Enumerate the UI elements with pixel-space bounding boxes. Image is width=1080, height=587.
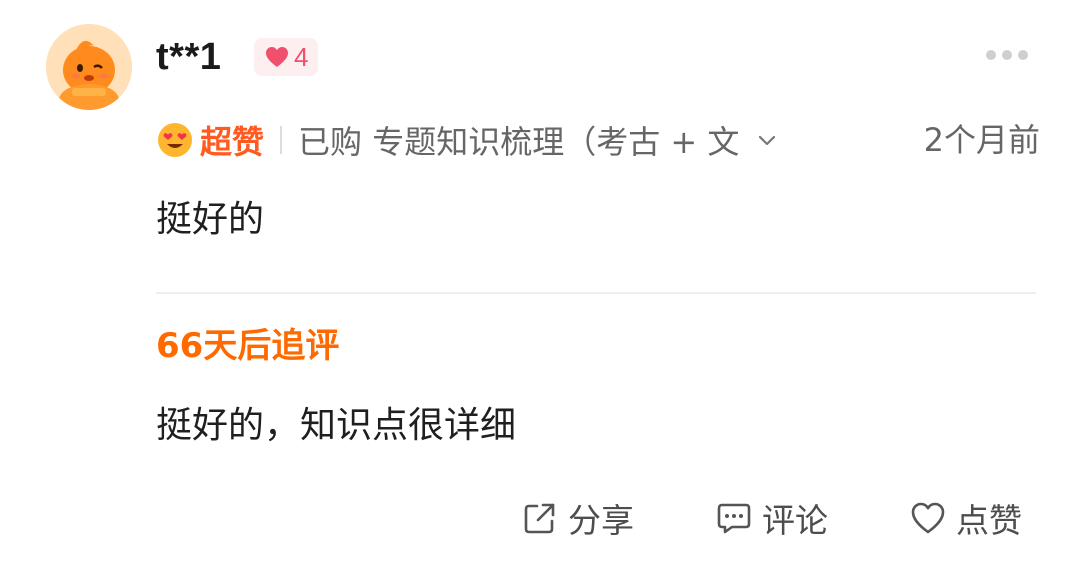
orange-mascot-avatar-icon xyxy=(46,24,132,110)
user-like-badge: 4 xyxy=(254,38,319,76)
share-icon xyxy=(524,503,555,534)
chevron-down-icon[interactable] xyxy=(755,128,779,152)
dot xyxy=(1002,50,1012,60)
review-actions: 分享 评论 点赞 xyxy=(520,494,1040,542)
dot xyxy=(986,50,996,60)
rating-label: 超赞 xyxy=(200,123,265,161)
heart-outline-icon xyxy=(911,502,945,534)
username[interactable]: t**1 xyxy=(156,36,221,79)
followup-title: 66天后追评 xyxy=(156,326,340,366)
comment-icon xyxy=(717,503,751,534)
share-button[interactable]: 分享 xyxy=(520,494,634,542)
review-meta-row: 超赞 已购 专题知识梳理（考古 + 文 2个月前 xyxy=(156,116,1040,164)
share-label: 分享 xyxy=(568,501,634,540)
comment-button[interactable]: 评论 xyxy=(714,494,828,542)
like-count: 4 xyxy=(294,41,309,72)
avatar[interactable] xyxy=(46,24,132,110)
review-time: 2个月前 xyxy=(923,121,1040,159)
heart-icon xyxy=(266,47,288,67)
followup-content: 挺好的，知识点很详细 xyxy=(156,405,517,446)
like-button[interactable]: 点赞 xyxy=(908,494,1022,542)
review-content: 挺好的 xyxy=(156,199,265,240)
more-dots-icon[interactable] xyxy=(986,50,1028,60)
comment-label: 评论 xyxy=(762,501,828,540)
dot xyxy=(1018,50,1028,60)
separator xyxy=(280,126,283,154)
divider xyxy=(156,292,1036,294)
purchase-info[interactable]: 已购 专题知识梳理（考古 + 文 xyxy=(298,117,739,163)
heart-eyes-emoji-icon xyxy=(158,123,192,157)
like-label: 点赞 xyxy=(956,501,1022,540)
